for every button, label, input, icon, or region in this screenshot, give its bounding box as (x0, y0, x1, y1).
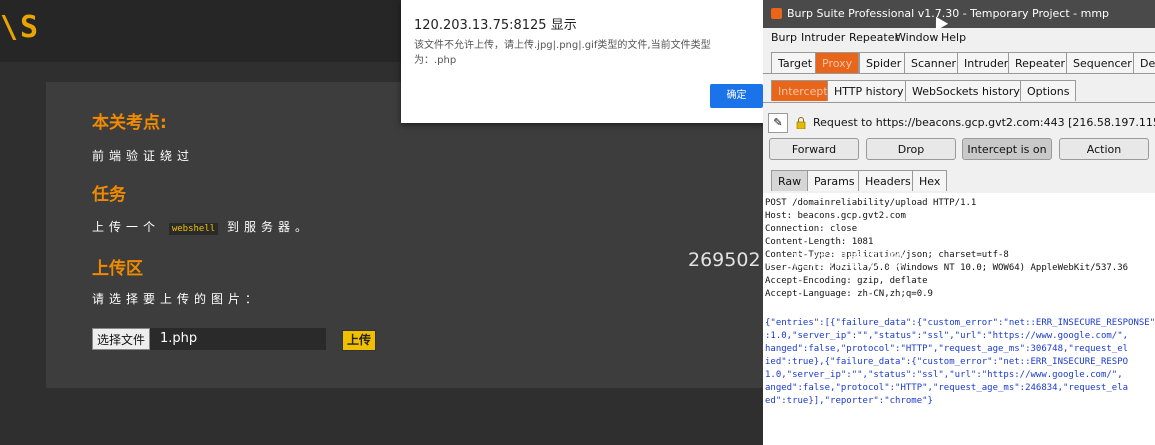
json-line: ied":true},{"failure_data":{"custom_erro… (765, 357, 1129, 367)
proxy-subtabs: Intercept HTTP history WebSockets histor… (763, 80, 1155, 102)
section-title-focus: 本关考点: (92, 113, 167, 133)
tab-target[interactable]: Target (771, 52, 820, 73)
menu-intruder[interactable]: Intruder (801, 31, 845, 44)
burp-app-icon (771, 8, 782, 19)
section-title-upload: 上传区 (92, 259, 143, 279)
menu-repeater[interactable]: Repeater (849, 31, 899, 44)
dialog-title: 120.203.13.75:8125 显示 (414, 18, 577, 33)
subtab-intercept[interactable]: Intercept (771, 80, 835, 101)
menu-burp[interactable]: Burp (771, 31, 797, 44)
section-text-task: 上传一个 webshell 到服务器。 (92, 218, 312, 235)
lock-icon (796, 117, 806, 129)
raw-line: POST /domainreliability/upload HTTP/1.1 (765, 198, 977, 208)
raw-line: Accept-Language: zh-CN,zh;q=0.9 (765, 289, 933, 299)
task-text-pre: 上传一个 (92, 220, 161, 234)
view-tab-params[interactable]: Params (807, 170, 862, 191)
upload-button[interactable]: 上传 (342, 330, 377, 351)
alert-dialog: 120.203.13.75:8125 显示 该文件不允许上传，请上传.jpg|.… (401, 0, 765, 123)
burp-menubar: Burp Intruder Repeater Window Help (763, 28, 1155, 48)
task-text-post: 到服务器。 (227, 220, 313, 234)
edit-pencil-icon[interactable]: ✎ (768, 113, 788, 133)
action-button[interactable]: Action (1059, 138, 1149, 160)
forward-button[interactable]: Forward (769, 138, 859, 160)
raw-request-editor[interactable]: POST /domainreliability/upload HTTP/1.1 … (763, 193, 1155, 445)
dialog-ok-button[interactable]: 确定 (710, 84, 763, 108)
burp-window-title: Burp Suite Professional v1.7.30 - Tempor… (787, 7, 1110, 20)
site-logo: \S (0, 10, 41, 45)
tab-separator (763, 73, 1155, 74)
tab-proxy[interactable]: Proxy (815, 52, 860, 73)
tab-repeater[interactable]: Repeater (1008, 52, 1073, 73)
dialog-message: 该文件不允许上传，请上传.jpg|.png|.gif类型的文件,当前文件类型为：… (414, 40, 711, 66)
webshell-code: webshell (168, 223, 219, 235)
burp-main-tabs: Target Proxy Spider Scanner Intruder Rep… (763, 52, 1155, 73)
tab-intruder[interactable]: Intruder (957, 52, 1016, 73)
json-line: ed":true}],"reporter":"chrome"} (765, 396, 933, 406)
json-line: 1.0,"server_ip":"","status":"ssl","url":… (765, 370, 1123, 380)
json-line: {"entries":[{"failure_data":{"custom_err… (765, 318, 1155, 328)
selected-filename: 1.php (160, 331, 198, 346)
json-line: hanged":false,"protocol":"HTTP","request… (765, 344, 1129, 354)
subtab-options[interactable]: Options (1020, 80, 1077, 101)
choose-file-button[interactable]: 选择文件 (92, 328, 151, 350)
burp-window: Burp Suite Professional v1.7.30 - Tempor… (763, 0, 1155, 445)
intercept-toggle-button[interactable]: Intercept is on (962, 138, 1052, 160)
section-title-task: 任务 (92, 185, 126, 205)
subtab-http-history[interactable]: HTTP history (827, 80, 911, 101)
challenge-panel: 本关考点: 前端验证绕过 任务 上传一个 webshell 到服务器。 上传区 … (46, 82, 786, 388)
menu-window[interactable]: Window (895, 31, 938, 44)
tab-decoder[interactable]: Dec (1133, 52, 1155, 73)
json-line: anged":false,"protocol":"HTTP","request_… (765, 383, 1129, 393)
drop-button[interactable]: Drop (866, 138, 956, 160)
request-target: Request to https://beacons.gcp.gvt2.com:… (813, 116, 1155, 129)
raw-line: Host: beacons.gcp.gvt2.com (765, 211, 906, 221)
section-text-upload: 请选择要上传的图片： (92, 292, 263, 306)
subtab-websockets-history[interactable]: WebSockets history (905, 80, 1027, 101)
tab-scanner[interactable]: Scanner (904, 52, 964, 73)
raw-line: Accept-Encoding: gzip, deflate (765, 276, 928, 286)
raw-line: Connection: close (765, 224, 858, 234)
burp-titlebar: Burp Suite Professional v1.7.30 - Tempor… (763, 0, 1155, 28)
menu-help[interactable]: Help (941, 31, 966, 44)
tab-spider[interactable]: Spider (859, 52, 909, 73)
section-text-focus: 前端验证绕过 (92, 149, 195, 163)
json-line: :1.0,"server_ip":"","status":"ssl","url"… (765, 331, 1129, 341)
view-tab-raw[interactable]: Raw (771, 170, 809, 191)
file-input[interactable]: 选择文件 1.php (92, 328, 326, 350)
tab-sequencer[interactable]: Sequencer (1066, 52, 1139, 73)
view-tab-hex[interactable]: Hex (912, 170, 948, 191)
watermark-overlay: 269502 ... 在线观看视频 (688, 249, 905, 271)
view-tab-headers[interactable]: Headers (858, 170, 918, 191)
subtab-separator (763, 102, 1155, 103)
